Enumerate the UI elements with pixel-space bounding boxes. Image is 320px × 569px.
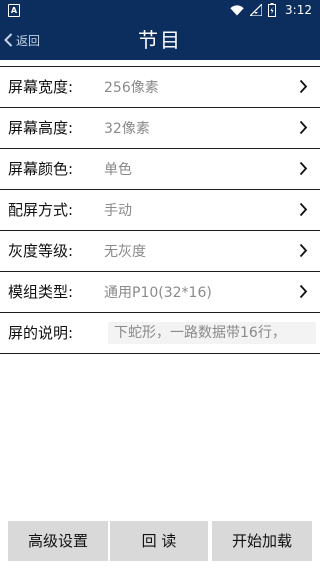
status-icons xyxy=(230,3,276,17)
battery-icon xyxy=(268,3,276,17)
row-label: 配屏方式: xyxy=(8,201,74,219)
bottom-action-bar: 高级设置 回 读 开始加载 xyxy=(0,521,320,561)
row-label: 灰度等级: xyxy=(8,242,74,260)
read-back-button[interactable]: 回 读 xyxy=(110,521,208,561)
status-bar: A 3:12 xyxy=(0,0,320,20)
row-screen-color[interactable]: 屏幕颜色: 单色 xyxy=(0,149,320,190)
title-bar: 返回 节目 xyxy=(0,20,320,60)
row-grayscale-level[interactable]: 灰度等级: 无灰度 xyxy=(0,231,320,272)
row-value: 手动 xyxy=(104,203,132,219)
description-field[interactable] xyxy=(108,322,316,344)
row-value: 单色 xyxy=(104,162,132,178)
row-label: 屏幕颜色: xyxy=(8,160,74,178)
chevron-right-icon xyxy=(299,79,308,94)
clock: 3:12 xyxy=(285,3,312,17)
row-value: 256像素 xyxy=(104,80,159,96)
chevron-right-icon xyxy=(299,120,308,135)
start-load-button[interactable]: 开始加载 xyxy=(212,521,312,561)
signal-icon xyxy=(250,4,262,16)
chevron-right-icon xyxy=(299,161,308,176)
chevron-right-icon xyxy=(299,202,308,217)
wifi-icon xyxy=(230,4,244,15)
page-title: 节目 xyxy=(138,28,182,52)
row-screen-height[interactable]: 屏幕高度: 32像素 xyxy=(0,108,320,149)
row-label: 屏幕宽度: xyxy=(8,78,74,96)
row-label: 屏的说明: xyxy=(8,324,74,342)
notification-icon: A xyxy=(8,4,20,17)
row-label: 屏幕高度: xyxy=(8,119,74,137)
row-value: 通用P10(32*16) xyxy=(104,285,212,301)
row-value: 32像素 xyxy=(104,121,150,137)
screen-settings-form: 屏幕宽度: 256像素 屏幕高度: 32像素 屏幕颜色: 单色 配屏方式: 手动… xyxy=(0,66,320,354)
row-config-mode[interactable]: 配屏方式: 手动 xyxy=(0,190,320,231)
row-module-type[interactable]: 模组类型: 通用P10(32*16) xyxy=(0,272,320,313)
chevron-right-icon xyxy=(299,284,308,299)
row-value: 无灰度 xyxy=(104,244,146,260)
row-label: 模组类型: xyxy=(8,283,74,301)
advanced-settings-button[interactable]: 高级设置 xyxy=(8,521,108,561)
row-screen-description: 屏的说明: xyxy=(0,313,320,354)
row-screen-width[interactable]: 屏幕宽度: 256像素 xyxy=(0,67,320,108)
chevron-right-icon xyxy=(299,243,308,258)
